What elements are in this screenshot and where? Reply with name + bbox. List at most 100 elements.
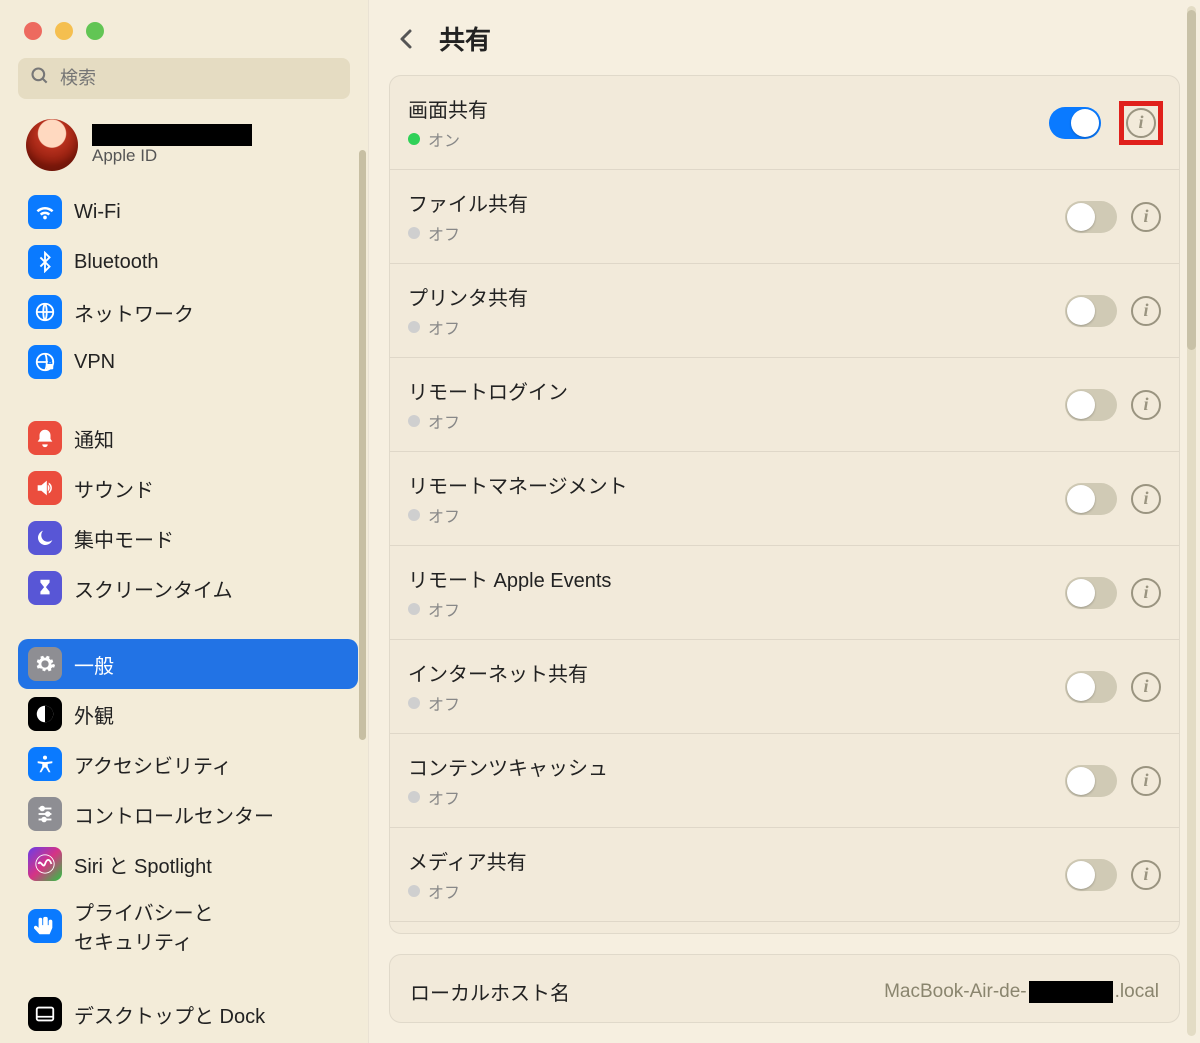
- sidebar-scroll[interactable]: Apple ID Wi-Fi Bluetooth ネットワーク VPN 通知サウンド集中…: [0, 113, 368, 1043]
- sidebar-item-label: サウンド: [74, 474, 154, 503]
- hand-icon: [28, 909, 62, 943]
- maximize-button[interactable]: [86, 22, 104, 40]
- toggle-content-caching[interactable]: [1065, 765, 1117, 797]
- sidebar-item-sound[interactable]: サウンド: [18, 463, 358, 513]
- sidebar-item-notifications[interactable]: 通知: [18, 413, 358, 463]
- row-title: コンテンツキャッシュ: [408, 752, 1065, 781]
- status-text: オフ: [428, 409, 460, 433]
- sidebar-item-siri[interactable]: Siri と Spotlight: [18, 839, 358, 889]
- sharing-panel: 画面共有オンiファイル共有オフiプリンタ共有オフiリモートログインオフiリモート…: [389, 75, 1180, 934]
- avatar: [26, 119, 78, 171]
- toggle-remote-management[interactable]: [1065, 483, 1117, 515]
- sidebar-item-desktop[interactable]: デスクトップと Dock: [18, 989, 358, 1039]
- status-dot-icon: [408, 885, 420, 897]
- local-hostname-row[interactable]: ローカルホスト名 MacBook-Air-de-.local: [390, 955, 1179, 1023]
- status-dot-icon: [408, 321, 420, 333]
- row-title: プリンタ共有: [408, 282, 1065, 311]
- status-text: オフ: [428, 879, 460, 903]
- toggle-file-sharing[interactable]: [1065, 201, 1117, 233]
- hostname-panel: ローカルホスト名 MacBook-Air-de-.local: [389, 954, 1180, 1023]
- apple-id-row[interactable]: Apple ID: [18, 113, 358, 187]
- globe-lock-icon: [28, 345, 62, 379]
- wifi-icon: [28, 195, 62, 229]
- sidebar-item-label: VPN: [74, 351, 115, 374]
- sidebar-item-label: Wi-Fi: [74, 201, 121, 224]
- row-status: オフ: [408, 221, 1065, 245]
- sharing-row-remote-management: リモートマネージメントオフi: [390, 452, 1179, 546]
- info-button-printer-sharing[interactable]: i: [1131, 296, 1161, 326]
- window-controls: [0, 10, 368, 58]
- toggle-remote-login[interactable]: [1065, 389, 1117, 421]
- sidebar-item-privacy[interactable]: プライバシーと セキュリティ: [18, 889, 358, 963]
- row-title: メディア共有: [408, 846, 1065, 875]
- row-status: オフ: [408, 409, 1065, 433]
- sharing-row-screen-sharing: 画面共有オンi: [390, 76, 1179, 170]
- sharing-row-printer-sharing: プリンタ共有オフ i: [390, 264, 1179, 358]
- gear-icon: [28, 647, 62, 681]
- back-button[interactable]: [393, 25, 421, 53]
- sidebar-item-network[interactable]: ネットワーク: [18, 287, 358, 337]
- highlight-annotation: i: [1119, 101, 1163, 145]
- toggle-internet-sharing[interactable]: [1065, 671, 1117, 703]
- sidebar: Apple ID Wi-Fi Bluetooth ネットワーク VPN 通知サウンド集中…: [0, 0, 368, 1043]
- page-title: 共有: [439, 20, 491, 57]
- info-button-screen-sharing[interactable]: i: [1126, 108, 1156, 138]
- sidebar-item-label: アクセシビリティ: [74, 750, 232, 779]
- account-name-redacted: [92, 124, 252, 146]
- globe-icon: [28, 295, 62, 329]
- sidebar-item-label: コントロールセンター: [74, 800, 274, 829]
- sharing-row-media-sharing: メディア共有オフ i: [390, 828, 1179, 922]
- row-status: オフ: [408, 879, 1065, 903]
- content-scrollbar[interactable]: [1187, 6, 1196, 1036]
- row-title: 画面共有: [408, 94, 1049, 123]
- moon-icon: [28, 521, 62, 555]
- row-status: オフ: [408, 597, 1065, 621]
- toggle-remote-apple-events[interactable]: [1065, 577, 1117, 609]
- toggle-printer-sharing[interactable]: [1065, 295, 1117, 327]
- sidebar-item-screentime[interactable]: スクリーンタイム: [18, 563, 358, 613]
- sharing-row-remote-login: リモートログインオフi: [390, 358, 1179, 452]
- bluetooth-icon: [28, 245, 62, 279]
- accessibility-icon: [28, 747, 62, 781]
- info-button-content-caching[interactable]: i: [1131, 766, 1161, 796]
- sidebar-item-wifi[interactable]: Wi-Fi: [18, 187, 358, 237]
- status-dot-icon: [408, 791, 420, 803]
- sidebar-scrollbar[interactable]: [359, 150, 366, 740]
- sidebar-item-appearance[interactable]: 外観: [18, 689, 358, 739]
- sidebar-item-vpn[interactable]: VPN: [18, 337, 358, 387]
- contrast-icon: [28, 697, 62, 731]
- sidebar-item-label: ネットワーク: [74, 298, 194, 327]
- row-title: リモートマネージメント: [408, 470, 1065, 499]
- sidebar-item-focus[interactable]: 集中モード: [18, 513, 358, 563]
- content-pane: 共有 画面共有オンiファイル共有オフiプリンタ共有オフiリモートログインオフiリ…: [368, 0, 1200, 1043]
- content-header: 共有: [369, 0, 1200, 75]
- sidebar-item-bluetooth[interactable]: Bluetooth: [18, 237, 358, 287]
- sharing-row-content-caching: コンテンツキャッシュオフi: [390, 734, 1179, 828]
- content-scrollbar-thumb[interactable]: [1187, 10, 1196, 350]
- sidebar-item-general[interactable]: 一般: [18, 639, 358, 689]
- bell-icon: [28, 421, 62, 455]
- info-button-internet-sharing[interactable]: i: [1131, 672, 1161, 702]
- toggle-screen-sharing[interactable]: [1049, 107, 1101, 139]
- dock-icon: [28, 997, 62, 1031]
- sharing-row-file-sharing: ファイル共有オフi: [390, 170, 1179, 264]
- row-status: オフ: [408, 315, 1065, 339]
- info-button-media-sharing[interactable]: i: [1131, 860, 1161, 890]
- info-button-remote-management[interactable]: i: [1131, 484, 1161, 514]
- sidebar-item-label: 集中モード: [74, 524, 174, 553]
- info-button-file-sharing[interactable]: i: [1131, 202, 1161, 232]
- status-text: オフ: [428, 221, 460, 245]
- hostname-redacted: [1029, 981, 1113, 1003]
- sidebar-item-label: スクリーンタイム: [74, 574, 233, 603]
- search-field[interactable]: [18, 58, 350, 99]
- sidebar-item-accessibility[interactable]: アクセシビリティ: [18, 739, 358, 789]
- minimize-button[interactable]: [55, 22, 73, 40]
- sidebar-item-control-center[interactable]: コントロールセンター: [18, 789, 358, 839]
- close-button[interactable]: [24, 22, 42, 40]
- sidebar-item-label: Bluetooth: [74, 251, 159, 274]
- hostname-label: ローカルホスト名: [410, 977, 884, 1006]
- info-button-remote-login[interactable]: i: [1131, 390, 1161, 420]
- info-button-remote-apple-events[interactable]: i: [1131, 578, 1161, 608]
- search-input[interactable]: [60, 68, 338, 89]
- toggle-media-sharing[interactable]: [1065, 859, 1117, 891]
